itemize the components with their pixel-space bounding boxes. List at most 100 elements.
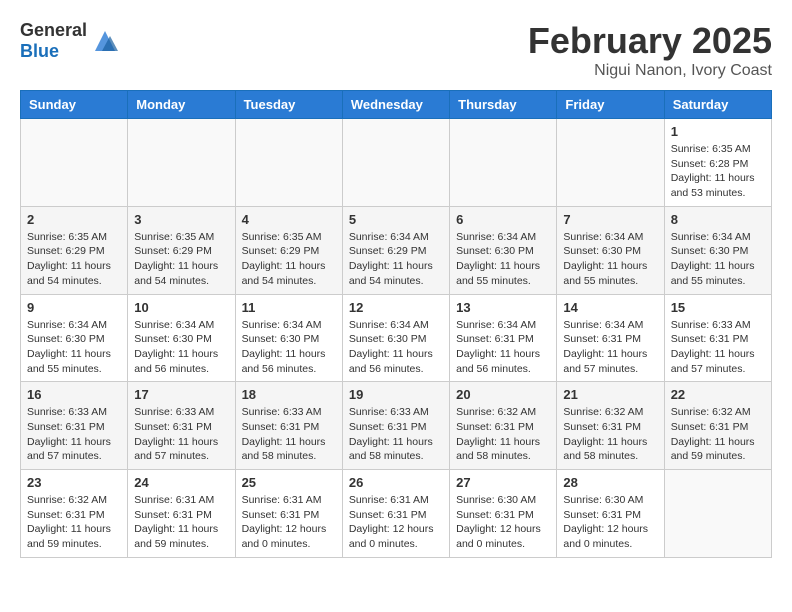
day-info: Sunrise: 6:34 AM Sunset: 6:30 PM Dayligh… — [349, 318, 443, 377]
calendar-cell: 1 Sunrise: 6:35 AM Sunset: 6:28 PM Daylig… — [664, 119, 771, 207]
day-number: 26 — [349, 475, 443, 490]
day-number: 3 — [134, 212, 228, 227]
title-area: February 2025 Nigui Nanon, Ivory Coast — [528, 20, 772, 80]
day-number: 17 — [134, 387, 228, 402]
day-info: Sunrise: 6:32 AM Sunset: 6:31 PM Dayligh… — [456, 405, 550, 464]
day-header-wednesday: Wednesday — [342, 91, 449, 119]
day-number: 12 — [349, 300, 443, 315]
day-number: 8 — [671, 212, 765, 227]
day-info: Sunrise: 6:31 AM Sunset: 6:31 PM Dayligh… — [134, 493, 228, 552]
calendar-cell: 5 Sunrise: 6:34 AM Sunset: 6:29 PM Daylig… — [342, 206, 449, 294]
day-number: 27 — [456, 475, 550, 490]
day-info: Sunrise: 6:34 AM Sunset: 6:31 PM Dayligh… — [563, 318, 657, 377]
day-number: 18 — [242, 387, 336, 402]
day-info: Sunrise: 6:33 AM Sunset: 6:31 PM Dayligh… — [671, 318, 765, 377]
calendar-cell: 2 Sunrise: 6:35 AM Sunset: 6:29 PM Daylig… — [21, 206, 128, 294]
calendar-cell: 4 Sunrise: 6:35 AM Sunset: 6:29 PM Daylig… — [235, 206, 342, 294]
day-header-friday: Friday — [557, 91, 664, 119]
calendar-cell: 6 Sunrise: 6:34 AM Sunset: 6:30 PM Daylig… — [450, 206, 557, 294]
day-info: Sunrise: 6:34 AM Sunset: 6:30 PM Dayligh… — [456, 230, 550, 289]
calendar-cell: 7 Sunrise: 6:34 AM Sunset: 6:30 PM Daylig… — [557, 206, 664, 294]
calendar-cell — [557, 119, 664, 207]
location-title: Nigui Nanon, Ivory Coast — [528, 62, 772, 80]
calendar-cell — [342, 119, 449, 207]
calendar-week-row: 9Sunrise: 6:34 AM Sunset: 6:30 PM Daylig… — [21, 294, 772, 382]
day-number: 14 — [563, 300, 657, 315]
day-info: Sunrise: 6:34 AM Sunset: 6:30 PM Dayligh… — [563, 230, 657, 289]
day-number: 25 — [242, 475, 336, 490]
header: General Blue February 2025 Nigui Nanon, … — [20, 20, 772, 80]
calendar-cell: 19 Sunrise: 6:33 AM Sunset: 6:31 PM Dayli… — [342, 382, 449, 470]
day-number: 21 — [563, 387, 657, 402]
calendar-cell: 16 Sunrise: 6:33 AM Sunset: 6:31 PM Dayli… — [21, 382, 128, 470]
day-info: Sunrise: 6:34 AM Sunset: 6:30 PM Dayligh… — [242, 318, 336, 377]
calendar-cell: 18Sunrise: 6:33 AM Sunset: 6:31 PM Dayli… — [235, 382, 342, 470]
calendar-cell — [235, 119, 342, 207]
day-number: 2 — [27, 212, 121, 227]
calendar-header-row: SundayMondayTuesdayWednesdayThursdayFrid… — [21, 91, 772, 119]
day-info: Sunrise: 6:35 AM Sunset: 6:28 PM Dayligh… — [671, 142, 765, 201]
day-header-monday: Monday — [128, 91, 235, 119]
day-number: 28 — [563, 475, 657, 490]
logo-general-text: General — [20, 20, 87, 40]
day-number: 5 — [349, 212, 443, 227]
day-number: 16 — [27, 387, 121, 402]
day-header-saturday: Saturday — [664, 91, 771, 119]
calendar-cell: 10Sunrise: 6:34 AM Sunset: 6:30 PM Dayli… — [128, 294, 235, 382]
day-info: Sunrise: 6:34 AM Sunset: 6:30 PM Dayligh… — [134, 318, 228, 377]
calendar-cell: 8 Sunrise: 6:34 AM Sunset: 6:30 PM Daylig… — [664, 206, 771, 294]
calendar-cell: 17 Sunrise: 6:33 AM Sunset: 6:31 PM Dayli… — [128, 382, 235, 470]
day-number: 23 — [27, 475, 121, 490]
day-info: Sunrise: 6:35 AM Sunset: 6:29 PM Dayligh… — [242, 230, 336, 289]
logo-blue-text: Blue — [20, 41, 59, 61]
day-info: Sunrise: 6:32 AM Sunset: 6:31 PM Dayligh… — [671, 405, 765, 464]
day-info: Sunrise: 6:30 AM Sunset: 6:31 PM Dayligh… — [563, 493, 657, 552]
day-info: Sunrise: 6:34 AM Sunset: 6:29 PM Dayligh… — [349, 230, 443, 289]
day-number: 13 — [456, 300, 550, 315]
logo-icon — [90, 26, 120, 56]
day-info: Sunrise: 6:31 AM Sunset: 6:31 PM Dayligh… — [242, 493, 336, 552]
day-header-thursday: Thursday — [450, 91, 557, 119]
calendar-week-row: 23 Sunrise: 6:32 AM Sunset: 6:31 PM Dayli… — [21, 470, 772, 558]
day-number: 4 — [242, 212, 336, 227]
day-info: Sunrise: 6:33 AM Sunset: 6:31 PM Dayligh… — [27, 405, 121, 464]
day-info: Sunrise: 6:34 AM Sunset: 6:30 PM Dayligh… — [671, 230, 765, 289]
calendar-cell: 23 Sunrise: 6:32 AM Sunset: 6:31 PM Dayli… — [21, 470, 128, 558]
calendar-cell: 3 Sunrise: 6:35 AM Sunset: 6:29 PM Daylig… — [128, 206, 235, 294]
month-title: February 2025 — [528, 20, 772, 62]
calendar-cell: 26 Sunrise: 6:31 AM Sunset: 6:31 PM Dayli… — [342, 470, 449, 558]
calendar-cell — [128, 119, 235, 207]
day-info: Sunrise: 6:33 AM Sunset: 6:31 PM Dayligh… — [349, 405, 443, 464]
calendar-cell: 24 Sunrise: 6:31 AM Sunset: 6:31 PM Dayli… — [128, 470, 235, 558]
calendar-cell — [450, 119, 557, 207]
calendar-cell: 15 Sunrise: 6:33 AM Sunset: 6:31 PM Dayli… — [664, 294, 771, 382]
calendar-cell: 28 Sunrise: 6:30 AM Sunset: 6:31 PM Dayli… — [557, 470, 664, 558]
day-number: 6 — [456, 212, 550, 227]
calendar-cell: 22 Sunrise: 6:32 AM Sunset: 6:31 PM Dayli… — [664, 382, 771, 470]
calendar-cell: 11Sunrise: 6:34 AM Sunset: 6:30 PM Dayli… — [235, 294, 342, 382]
calendar-week-row: 16 Sunrise: 6:33 AM Sunset: 6:31 PM Dayli… — [21, 382, 772, 470]
day-number: 15 — [671, 300, 765, 315]
day-info: Sunrise: 6:30 AM Sunset: 6:31 PM Dayligh… — [456, 493, 550, 552]
calendar-cell: 27 Sunrise: 6:30 AM Sunset: 6:31 PM Dayli… — [450, 470, 557, 558]
day-info: Sunrise: 6:35 AM Sunset: 6:29 PM Dayligh… — [27, 230, 121, 289]
day-info: Sunrise: 6:34 AM Sunset: 6:30 PM Dayligh… — [27, 318, 121, 377]
calendar-week-row: 1 Sunrise: 6:35 AM Sunset: 6:28 PM Daylig… — [21, 119, 772, 207]
calendar-cell: 14 Sunrise: 6:34 AM Sunset: 6:31 PM Dayli… — [557, 294, 664, 382]
day-info: Sunrise: 6:33 AM Sunset: 6:31 PM Dayligh… — [134, 405, 228, 464]
calendar-cell: 20 Sunrise: 6:32 AM Sunset: 6:31 PM Dayli… — [450, 382, 557, 470]
day-number: 24 — [134, 475, 228, 490]
calendar-cell: 12 Sunrise: 6:34 AM Sunset: 6:30 PM Dayli… — [342, 294, 449, 382]
day-info: Sunrise: 6:32 AM Sunset: 6:31 PM Dayligh… — [27, 493, 121, 552]
day-number: 1 — [671, 124, 765, 139]
calendar-table: SundayMondayTuesdayWednesdayThursdayFrid… — [20, 90, 772, 558]
day-number: 19 — [349, 387, 443, 402]
day-info: Sunrise: 6:35 AM Sunset: 6:29 PM Dayligh… — [134, 230, 228, 289]
day-header-tuesday: Tuesday — [235, 91, 342, 119]
day-number: 20 — [456, 387, 550, 402]
day-number: 7 — [563, 212, 657, 227]
calendar-cell: 9Sunrise: 6:34 AM Sunset: 6:30 PM Daylig… — [21, 294, 128, 382]
day-number: 22 — [671, 387, 765, 402]
day-info: Sunrise: 6:31 AM Sunset: 6:31 PM Dayligh… — [349, 493, 443, 552]
calendar-cell — [664, 470, 771, 558]
